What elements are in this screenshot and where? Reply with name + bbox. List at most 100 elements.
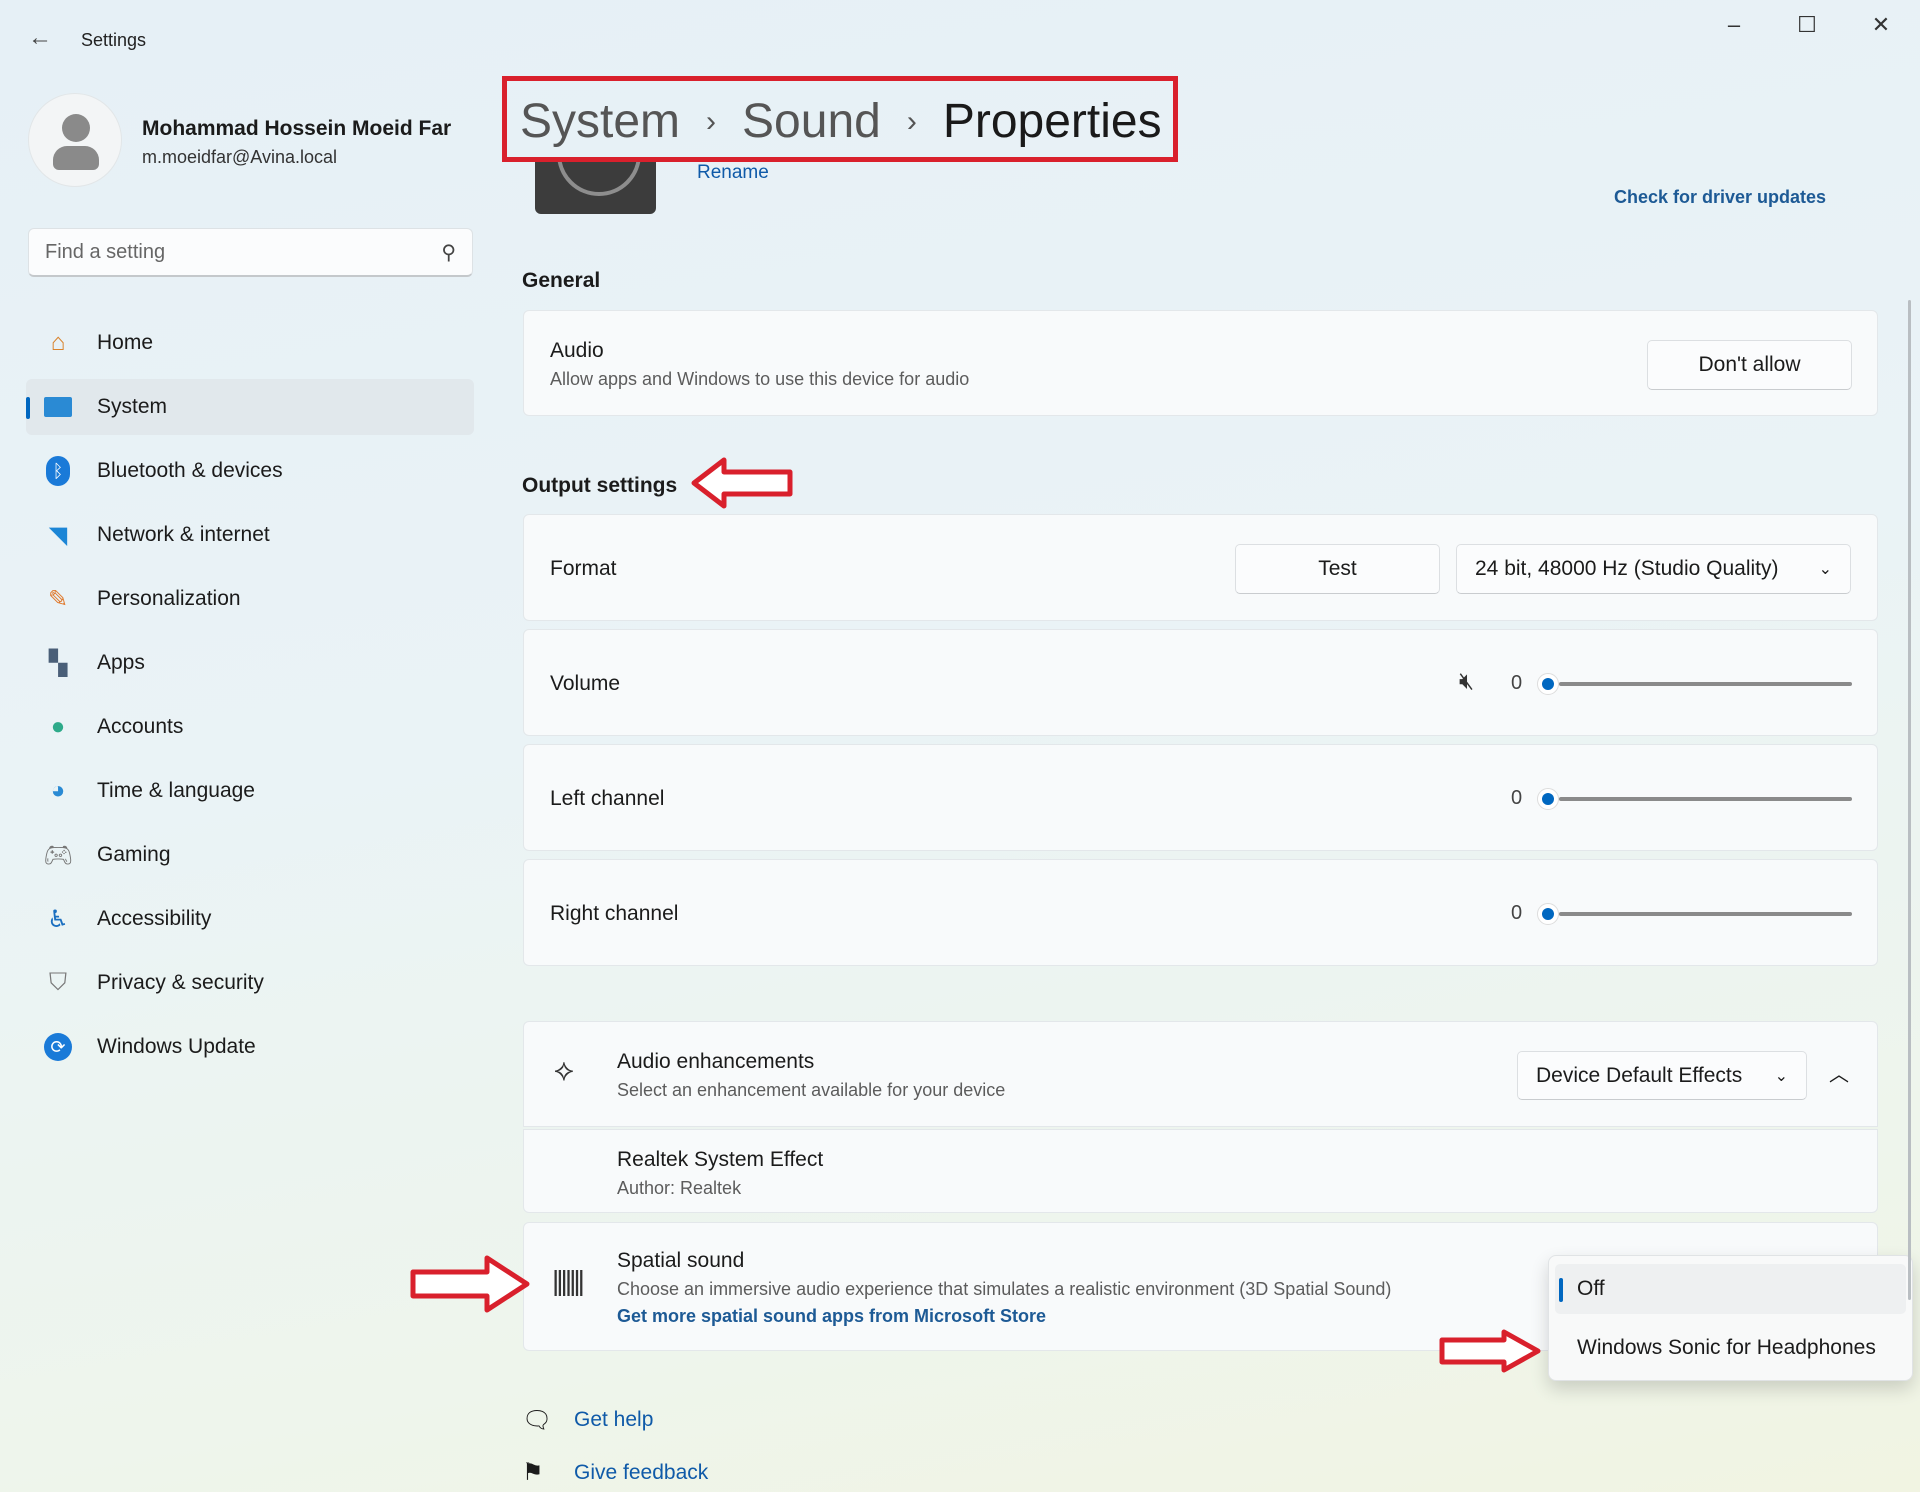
system-icon [42, 391, 74, 423]
sidebar-item-label: Accounts [97, 715, 184, 738]
left-channel-slider-track[interactable] [1559, 797, 1852, 801]
annotation-arrow-right [410, 1255, 530, 1313]
device-image [535, 162, 656, 214]
mute-icon[interactable]: 🔇︎ [1459, 668, 1474, 696]
breadcrumb-sound[interactable]: Sound [742, 94, 881, 149]
audio-title: Audio [550, 339, 604, 362]
breadcrumb: System › Sound › Properties [520, 94, 1162, 149]
spatial-title: Spatial sound [617, 1249, 745, 1272]
bluetooth-icon: ᛒ [42, 455, 74, 487]
annotation-arrow-left [691, 457, 793, 509]
page-title: Properties [942, 95, 1162, 148]
chevron-down-icon: ⌄ [1774, 1067, 1788, 1085]
sidebar-item-label: Privacy & security [97, 971, 264, 994]
minimize-button[interactable]: – [1714, 12, 1754, 38]
left-channel-label: Left channel [550, 787, 665, 810]
sidebar-item-time-language[interactable]: ◕ Time & language [26, 763, 474, 819]
sidebar-item-system[interactable]: System [26, 379, 474, 435]
search-input[interactable]: Find a setting ⚲ [28, 228, 473, 277]
output-settings-heading: Output settings [522, 474, 678, 497]
user-email: m.moeidfar@Avina.local [142, 147, 338, 167]
sidebar-item-label: System [97, 395, 168, 418]
brush-icon: ✎ [47, 585, 69, 613]
left-channel-card: Left channel 0 [523, 744, 1878, 851]
accessibility-icon: ♿︎ [47, 905, 69, 933]
sidebar-nav: ⌂ Home System ᛒ Bluetooth & devices ◥ Netwo… [26, 315, 474, 1083]
right-channel-value: 0 [1511, 902, 1523, 924]
close-button[interactable]: ✕ [1861, 12, 1901, 38]
annotation-arrow-right [1439, 1329, 1541, 1373]
volume-slider-thumb[interactable] [1537, 673, 1559, 695]
sidebar-item-label: Home [97, 331, 154, 354]
sidebar-item-label: Gaming [97, 843, 171, 866]
sidebar-item-home[interactable]: ⌂ Home [26, 315, 474, 371]
sidebar-item-label: Bluetooth & devices [97, 459, 283, 482]
sidebar-item-apps[interactable]: ▚ Apps [26, 635, 474, 691]
sidebar-item-accounts[interactable]: ● Accounts [26, 699, 474, 755]
left-channel-value: 0 [1511, 787, 1523, 809]
sidebar-item-label: Windows Update [97, 1035, 256, 1058]
volume-label: Volume [550, 672, 621, 695]
shield-icon: ⛉ [49, 969, 67, 996]
menu-item-off[interactable]: Off [1555, 1264, 1906, 1314]
sidebar-item-label: Network & internet [97, 523, 270, 546]
spatial-sound-menu: Off Windows Sonic for Headphones [1548, 1255, 1913, 1381]
sidebar-item-personalization[interactable]: ✎ Personalization [26, 571, 474, 627]
sound-wave-icon: ||||||| [552, 1265, 585, 1296]
get-help-link[interactable]: Get help [574, 1408, 653, 1432]
audio-card: Audio Allow apps and Windows to use this… [523, 310, 1878, 416]
audio-desc: Allow apps and Windows to use this devic… [550, 369, 970, 389]
test-button[interactable]: Test [1235, 544, 1440, 594]
volume-slider-track[interactable] [1559, 682, 1852, 686]
chevron-right-icon: › [906, 104, 917, 138]
sidebar-item-gaming[interactable]: 🎮︎ Gaming [26, 827, 474, 883]
realtek-effect-row: Realtek System Effect Author: Realtek [523, 1129, 1878, 1213]
help-icon: 🗨︎ [522, 1407, 553, 1434]
feedback-icon: ⚑ [522, 1459, 544, 1486]
maximize-button[interactable]: ☐ [1787, 12, 1827, 38]
format-label: Format [550, 557, 617, 580]
sidebar-item-privacy[interactable]: ⛉ Privacy & security [26, 955, 474, 1011]
enhancements-value: Device Default Effects [1536, 1063, 1743, 1087]
globe-clock-icon: ◕ [50, 777, 66, 804]
accounts-icon: ● [50, 713, 66, 740]
effect-author: Author: Realtek [617, 1178, 742, 1198]
chevron-down-icon: ⌄ [1818, 561, 1832, 578]
audio-enhancements-card[interactable]: ⟡ Audio enhancements Select an enhanceme… [523, 1021, 1878, 1127]
sidebar-item-network[interactable]: ◥ Network & internet [26, 507, 474, 563]
gamepad-icon: 🎮︎ [42, 841, 74, 869]
right-channel-slider-thumb[interactable] [1537, 903, 1559, 925]
format-card: Format Test 24 bit, 48000 Hz (Studio Qua… [523, 514, 1878, 621]
avatar[interactable] [28, 93, 122, 187]
breadcrumb-system[interactable]: System [520, 94, 680, 149]
wifi-icon: ◥ [48, 521, 68, 549]
menu-item-windows-sonic[interactable]: Windows Sonic for Headphones [1555, 1323, 1906, 1373]
back-button[interactable]: ← [28, 24, 52, 52]
dont-allow-button[interactable]: Don't allow [1647, 340, 1852, 390]
left-channel-slider-thumb[interactable] [1537, 788, 1559, 810]
sidebar-item-windows-update[interactable]: ⟳ Windows Update [26, 1019, 474, 1075]
sidebar-item-accessibility[interactable]: ♿︎ Accessibility [26, 891, 474, 947]
general-heading: General [522, 269, 601, 292]
sidebar-item-bluetooth[interactable]: ᛒ Bluetooth & devices [26, 443, 474, 499]
scrollbar[interactable] [1908, 300, 1911, 1300]
enhancements-dropdown[interactable]: Device Default Effects ⌄ [1517, 1051, 1807, 1100]
rename-link[interactable]: Rename [697, 162, 769, 182]
volume-card: Volume 🔇︎ 0 [523, 629, 1878, 736]
format-value: 24 bit, 48000 Hz (Studio Quality) [1475, 557, 1779, 580]
give-feedback-link[interactable]: Give feedback [574, 1461, 708, 1485]
apps-icon: ▚ [48, 649, 68, 677]
microsoft-store-link[interactable]: Get more spatial sound apps from Microso… [617, 1306, 1046, 1327]
check-driver-updates-link[interactable]: Check for driver updates [1614, 187, 1826, 208]
format-dropdown[interactable]: 24 bit, 48000 Hz (Studio Quality) ⌄ [1456, 544, 1851, 594]
right-channel-label: Right channel [550, 902, 679, 925]
enhancements-desc: Select an enhancement available for your… [617, 1080, 1006, 1100]
home-icon: ⌂ [50, 329, 66, 356]
right-channel-slider-track[interactable] [1559, 912, 1852, 916]
spatial-desc: Choose an immersive audio experience tha… [617, 1279, 1392, 1299]
app-title: Settings [81, 30, 147, 50]
update-icon: ⟳ [42, 1031, 74, 1063]
sparkle-icon: ⟡ [554, 1054, 574, 1087]
chevron-up-icon[interactable]: ︿ [1829, 1058, 1849, 1087]
volume-value: 0 [1511, 672, 1523, 694]
